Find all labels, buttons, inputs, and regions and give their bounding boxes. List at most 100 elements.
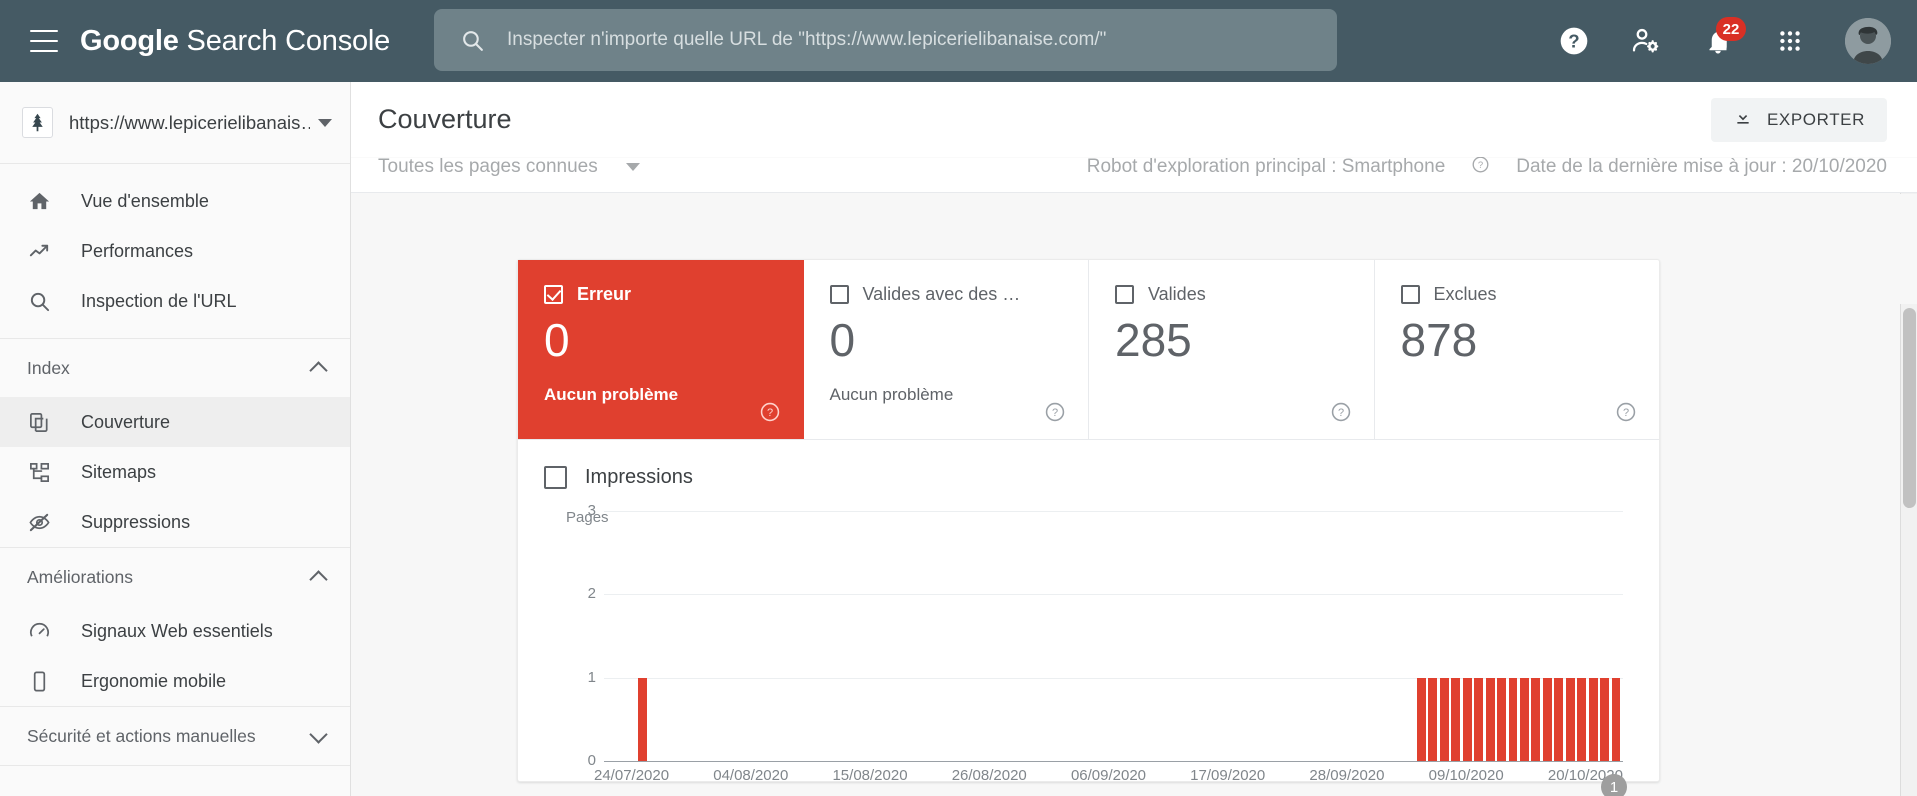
- chart-annotation-marker[interactable]: 1: [1601, 774, 1627, 796]
- sidebar-section-index-items: Couverture Sitemaps Suppressions: [0, 397, 350, 547]
- user-avatar[interactable]: [1845, 18, 1891, 64]
- chart-bar[interactable]: [1531, 677, 1541, 761]
- sidebar-item-vue-densemble[interactable]: Vue d'ensemble: [0, 176, 350, 226]
- impressions-label: Impressions: [585, 466, 693, 488]
- chart-bar[interactable]: [1462, 677, 1472, 761]
- impressions-toggle-row[interactable]: Impressions: [518, 466, 1659, 489]
- vertical-scrollbar[interactable]: [1900, 304, 1917, 796]
- status-checkbox-erreur[interactable]: [544, 285, 563, 304]
- export-button[interactable]: EXPORTER: [1710, 97, 1887, 142]
- chart-bar[interactable]: [1474, 677, 1484, 761]
- chart-bar[interactable]: [638, 677, 648, 761]
- sidebar-item-performances[interactable]: Performances: [0, 226, 350, 276]
- help-circle-icon[interactable]: ?: [1615, 401, 1637, 423]
- scope-selector[interactable]: Toutes les pages connues: [378, 157, 640, 178]
- chart-bar[interactable]: [1600, 677, 1610, 761]
- help-icon[interactable]: ?: [1551, 18, 1597, 64]
- sidebar-item-sitemaps[interactable]: Sitemaps: [0, 447, 350, 497]
- status-card-label: Valides avec des …: [862, 284, 1021, 304]
- chart-bar[interactable]: [1485, 677, 1495, 761]
- impressions-checkbox[interactable]: [544, 466, 567, 489]
- brand-search-console: Search Console: [186, 24, 391, 57]
- sidebar-item-ergonomie-mobile[interactable]: Ergonomie mobile: [0, 656, 350, 706]
- notifications-badge: 22: [1716, 17, 1746, 41]
- status-card-valides[interactable]: Valides 285 ?: [1089, 260, 1375, 439]
- status-card-label: Exclues: [1433, 284, 1497, 304]
- chart-bar[interactable]: [1519, 677, 1529, 761]
- scope-label: Toutes les pages connues: [378, 157, 598, 177]
- chart-x-tick-label: 24/07/2020: [594, 767, 670, 784]
- chevron-down-icon: [318, 118, 332, 127]
- status-checkbox-valides[interactable]: [1115, 285, 1134, 304]
- sidebar-section-ameliorations[interactable]: Améliorations: [0, 548, 350, 606]
- coverage-card: Erreur 0 Aucun problème ? Valides avec d…: [517, 259, 1660, 796]
- hamburger-menu-icon[interactable]: [30, 30, 58, 52]
- help-circle-icon[interactable]: ?: [759, 401, 781, 423]
- help-circle-icon[interactable]: ?: [1330, 401, 1352, 423]
- chart-bar[interactable]: [1497, 677, 1506, 761]
- sidebar-item-couverture[interactable]: Couverture: [0, 397, 350, 447]
- status-card-subtext: Aucun problème: [829, 385, 954, 404]
- url-inspection-search[interactable]: [434, 9, 1337, 71]
- status-card-exclues[interactable]: Exclues 878 ?: [1375, 260, 1660, 439]
- chart-bar[interactable]: [1542, 677, 1552, 761]
- sidebar-item-signaux-web-essentiels[interactable]: Signaux Web essentiels: [0, 606, 350, 656]
- chart-y-tick-label: 3: [587, 502, 596, 519]
- chart-bar[interactable]: [1554, 677, 1564, 761]
- sidebar-section-securite[interactable]: Sécurité et actions manuelles: [0, 707, 350, 765]
- svg-text:?: ?: [1568, 31, 1579, 52]
- chart-x-tick-label: 04/08/2020: [713, 767, 789, 784]
- search-input[interactable]: [505, 28, 1337, 52]
- svg-text:?: ?: [1623, 407, 1629, 419]
- chart-x-tick-label: 17/09/2020: [1190, 767, 1266, 784]
- help-circle-icon[interactable]: ?: [1471, 157, 1490, 180]
- chart-x-axis-labels: 24/07/2020 04/08/2020 15/08/2020 26/08/2020…: [594, 767, 1623, 784]
- sidebar-section-label: Améliorations: [27, 566, 134, 587]
- apps-grid-icon[interactable]: [1767, 18, 1813, 64]
- chart-bar[interactable]: [1416, 677, 1426, 761]
- svg-text:?: ?: [1478, 160, 1483, 171]
- status-checkbox-valides-avec-avertissements[interactable]: [829, 285, 849, 304]
- sidebar-section-index[interactable]: Index: [0, 339, 350, 397]
- chart-gridline: [604, 761, 1623, 762]
- chart-bars: [604, 511, 1623, 761]
- chart-bar[interactable]: [1451, 677, 1461, 761]
- chart-bar[interactable]: [1439, 677, 1449, 761]
- status-card-erreur[interactable]: Erreur 0 Aucun problème ?: [518, 260, 804, 439]
- chart-bar[interactable]: [1588, 677, 1598, 761]
- status-card-label: Valides: [1148, 284, 1206, 304]
- export-button-label: EXPORTER: [1766, 109, 1865, 129]
- status-card-value: 0: [544, 314, 570, 366]
- sidebar-item-label: Sitemaps: [81, 461, 157, 482]
- chart-y-tick-label: 2: [587, 585, 596, 603]
- chart-bar[interactable]: [1577, 677, 1587, 761]
- chart-bar[interactable]: [1428, 677, 1438, 761]
- main-content: Couverture EXPORTER Toutes les pages con…: [351, 82, 1917, 796]
- chart-bar[interactable]: [1611, 677, 1621, 761]
- sidebar-item-label: Performances: [81, 240, 194, 261]
- brand-google: Google: [80, 24, 179, 57]
- sidebar-divider: [0, 765, 350, 766]
- chart-bar[interactable]: [1508, 677, 1518, 761]
- help-circle-icon[interactable]: ?: [1044, 401, 1066, 423]
- scrollbar-thumb[interactable]: [1903, 308, 1916, 508]
- notifications-bell-icon[interactable]: 22: [1695, 17, 1746, 64]
- chevron-up-icon: [310, 568, 328, 586]
- status-card-value: 0: [829, 314, 856, 366]
- chart-bar[interactable]: [1565, 677, 1575, 761]
- property-url: https://www.lepicerielibanais…: [69, 111, 310, 133]
- user-settings-icon[interactable]: [1623, 18, 1669, 64]
- svg-text:?: ?: [1337, 407, 1343, 419]
- coverage-scroll-area[interactable]: Erreur 0 Aucun problème ? Valides avec d…: [351, 193, 1917, 796]
- coverage-chart[interactable]: Pages 0123 24/07/2020 04/08/2020 15/08/202…: [544, 502, 1627, 796]
- status-checkbox-exclues[interactable]: [1400, 285, 1420, 304]
- property-selector[interactable]: https://www.lepicerielibanais…: [0, 82, 350, 164]
- sidebar-item-inspection-url[interactable]: Inspection de l'URL: [0, 276, 350, 326]
- sidebar-section-label: Index: [27, 357, 70, 378]
- status-card-valides-avec-des-avertissements[interactable]: Valides avec des … 0 Aucun problème ?: [804, 260, 1089, 439]
- last-update-label: Date de la dernière mise à jour : 20/10/…: [1516, 157, 1887, 177]
- mobile-icon: [27, 670, 52, 693]
- crawler-label: Robot d'exploration principal : Smartpho…: [1086, 157, 1446, 177]
- top-app-bar: Google Search Console ? 22: [0, 0, 1917, 82]
- sidebar-item-suppressions[interactable]: Suppressions: [0, 497, 350, 547]
